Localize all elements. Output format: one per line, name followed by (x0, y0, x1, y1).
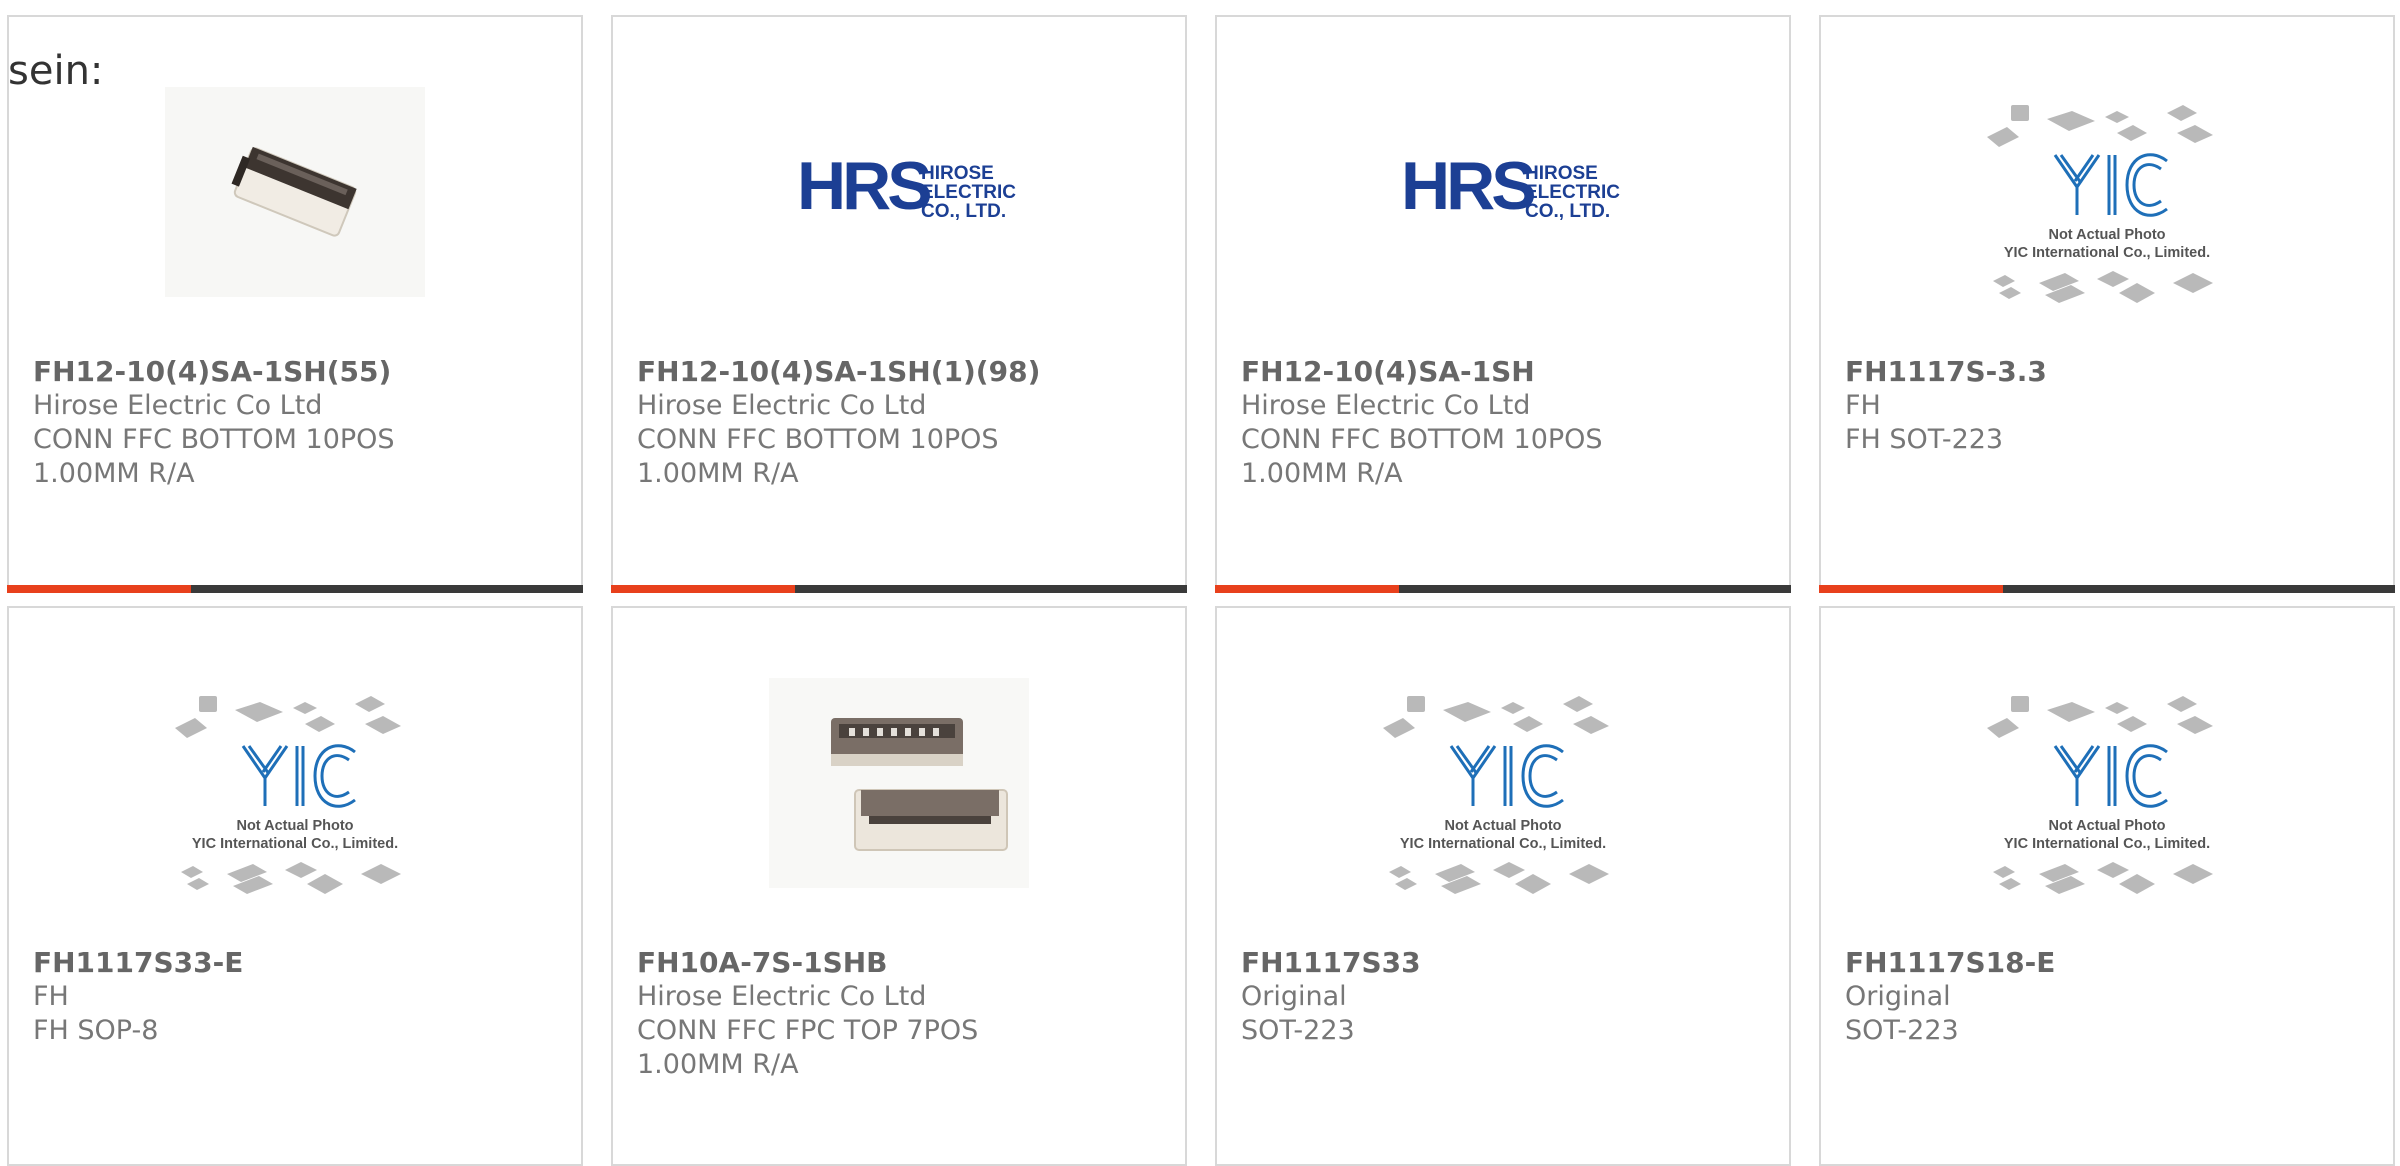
product-card[interactable]: Not Actual Photo YIC International Co., … (1819, 15, 2395, 593)
product-card[interactable]: HRS HIROSE ELECTRIC CO., LTD. FH12-10(4)… (611, 15, 1187, 593)
product-card[interactable]: Not Actual Photo YIC International Co., … (1819, 606, 2395, 1166)
yic-caption-line1: Not Actual Photo (236, 818, 353, 834)
part-number[interactable]: FH10A-7S-1SHB (637, 946, 1165, 980)
manufacturer: FH (1845, 390, 1881, 421)
description: CONN FFC BOTTOM 10POS (637, 424, 999, 455)
yic-caption-line2: YIC International Co., Limited. (192, 836, 398, 852)
manufacturer: Hirose Electric Co Ltd (637, 981, 927, 1012)
hirose-name-line2: ELECTRIC (921, 182, 1016, 203)
hirose-name-line1: HIROSE (921, 163, 994, 184)
manufacturer: Original (1241, 981, 1347, 1012)
hirose-mark: HRS (1401, 148, 1534, 224)
description: SOT-223 (1845, 1015, 1959, 1046)
hirose-name-line3: CO., LTD. (921, 201, 1006, 222)
product-card[interactable]: Not Actual Photo YIC International Co., … (7, 606, 583, 1166)
card-bottom-bar (1819, 585, 2395, 593)
yic-placeholder-image[interactable]: Not Actual Photo YIC International Co., … (1977, 688, 2237, 918)
connector-photo-image[interactable] (165, 87, 425, 297)
hirose-logo[interactable]: HRS HIROSE ELECTRIC CO., LTD. (1373, 87, 1633, 297)
part-number[interactable]: FH1117S33-E (33, 946, 561, 980)
manufacturer: Hirose Electric Co Ltd (1241, 390, 1531, 421)
product-grid: FH12-10(4)SA-1SH(55) Hirose Electric Co … (0, 0, 2400, 1166)
manufacturer: Original (1845, 981, 1951, 1012)
yic-caption-line1: Not Actual Photo (2048, 818, 2165, 834)
yic-placeholder-image[interactable]: Not Actual Photo YIC International Co., … (165, 688, 425, 918)
description: CONN FFC BOTTOM 10POS (1241, 424, 1603, 455)
hirose-name-line3: CO., LTD. (1525, 201, 1610, 222)
card-accent-bar (611, 585, 795, 593)
description: SOT-223 (1241, 1015, 1355, 1046)
product-info: FH1117S33 Original SOT-223 (1241, 946, 1769, 1048)
card-bottom-bar (7, 585, 583, 593)
part-number[interactable]: FH1117S18-E (1845, 946, 2373, 980)
product-info: FH1117S-3.3 FH FH SOT-223 (1845, 355, 2373, 457)
product-info: FH12-10(4)SA-1SH Hirose Electric Co Ltd … (1241, 355, 1769, 491)
product-card[interactable]: HRS HIROSE ELECTRIC CO., LTD. FH12-10(4)… (1215, 15, 1791, 593)
description: FH SOT-223 (1845, 424, 2004, 455)
manufacturer: Hirose Electric Co Ltd (637, 390, 927, 421)
description-cont: 1.00MM R/A (637, 458, 799, 489)
product-card[interactable]: FH10A-7S-1SHB Hirose Electric Co Ltd CON… (611, 606, 1187, 1166)
description: CONN FFC BOTTOM 10POS (33, 424, 395, 455)
yic-placeholder-image[interactable]: Not Actual Photo YIC International Co., … (1373, 688, 1633, 918)
part-number[interactable]: FH12-10(4)SA-1SH(55) (33, 355, 561, 389)
part-number[interactable]: FH12-10(4)SA-1SH(1)(98) (637, 355, 1165, 389)
part-number[interactable]: FH12-10(4)SA-1SH (1241, 355, 1769, 389)
card-accent-bar (1819, 585, 2003, 593)
part-number[interactable]: FH1117S-3.3 (1845, 355, 2373, 389)
description-cont: 1.00MM R/A (33, 458, 195, 489)
hirose-name-line1: HIROSE (1525, 163, 1598, 184)
description: CONN FFC FPC TOP 7POS (637, 1015, 979, 1046)
manufacturer: Hirose Electric Co Ltd (33, 390, 323, 421)
hirose-name-line2: ELECTRIC (1525, 182, 1620, 203)
product-card[interactable]: FH12-10(4)SA-1SH(55) Hirose Electric Co … (7, 15, 583, 593)
product-card[interactable]: Not Actual Photo YIC International Co., … (1215, 606, 1791, 1166)
part-number[interactable]: FH1117S33 (1241, 946, 1769, 980)
manufacturer: FH (33, 981, 69, 1012)
hirose-logo[interactable]: HRS HIROSE ELECTRIC CO., LTD. (769, 87, 1029, 297)
connector-photo-image[interactable] (769, 678, 1029, 888)
yic-caption-line1: Not Actual Photo (2048, 227, 2165, 243)
product-info: FH1117S33-E FH FH SOP-8 (33, 946, 561, 1048)
yic-caption-line1: Not Actual Photo (1444, 818, 1561, 834)
description-cont: 1.00MM R/A (1241, 458, 1403, 489)
card-bottom-bar (1215, 585, 1791, 593)
intro-text: sein: (8, 48, 104, 94)
card-accent-bar (7, 585, 191, 593)
product-info: FH10A-7S-1SHB Hirose Electric Co Ltd CON… (637, 946, 1165, 1082)
card-bottom-bar (611, 585, 1187, 593)
product-info: FH12-10(4)SA-1SH(1)(98) Hirose Electric … (637, 355, 1165, 491)
product-info: FH12-10(4)SA-1SH(55) Hirose Electric Co … (33, 355, 561, 491)
yic-placeholder-image[interactable]: Not Actual Photo YIC International Co., … (1977, 97, 2237, 327)
hirose-mark: HRS (797, 148, 930, 224)
description: FH SOP-8 (33, 1015, 159, 1046)
product-info: FH1117S18-E Original SOT-223 (1845, 946, 2373, 1048)
yic-caption-line2: YIC International Co., Limited. (2004, 836, 2210, 852)
description-cont: 1.00MM R/A (637, 1049, 799, 1080)
yic-caption-line2: YIC International Co., Limited. (2004, 245, 2210, 261)
card-accent-bar (1215, 585, 1399, 593)
yic-caption-line2: YIC International Co., Limited. (1400, 836, 1606, 852)
